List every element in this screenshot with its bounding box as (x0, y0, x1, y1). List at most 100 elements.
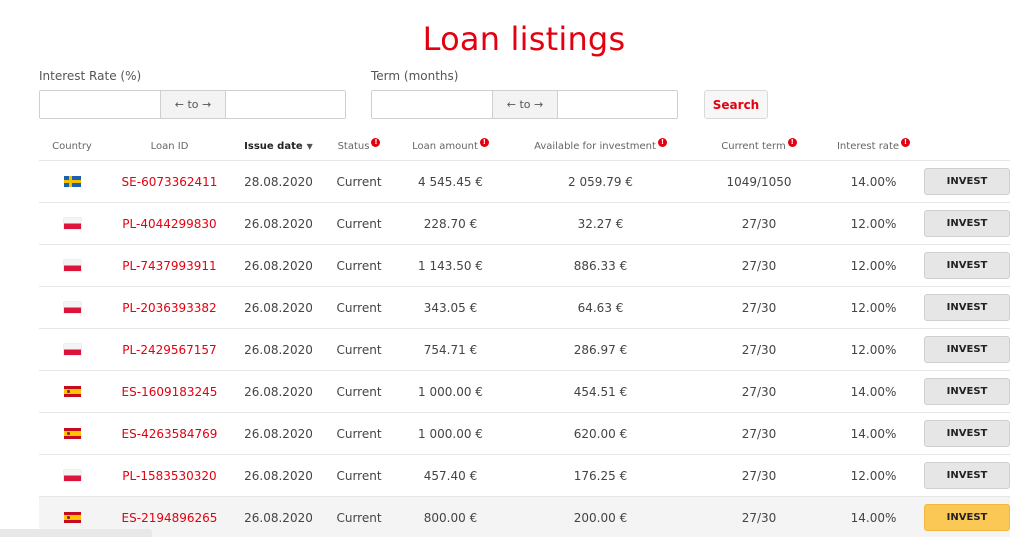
invest-button[interactable]: INVEST (924, 336, 1010, 363)
table-row: PL-1583530320 26.08.2020 Current 457.40 € 17… (39, 454, 1010, 496)
loan-amount-cell: 343.05 € (423, 300, 478, 315)
header-interest-rate[interactable]: Interest rate! (823, 133, 924, 160)
header-status[interactable]: Status! (323, 133, 395, 160)
header-issue-date[interactable]: Issue date ▼ (234, 133, 323, 160)
status-cell: Current (336, 174, 382, 189)
loan-amount-cell: 1 000.00 € (418, 384, 483, 399)
country-cell (39, 245, 105, 286)
action-cell: INVEST (924, 371, 1010, 412)
current-term-cell: 27/30 (741, 258, 777, 273)
table-row: PL-7437993911 26.08.2020 Current 1 143.50 €… (39, 244, 1010, 286)
current-term-cell: 27/30 (741, 342, 777, 357)
current-term-cell: 27/30 (741, 426, 777, 441)
table-row: ES-1609183245 26.08.2020 Current 1 000.00 €… (39, 370, 1010, 412)
status-cell: Current (336, 384, 382, 399)
loan-id-cell: PL-2036393382 (105, 287, 234, 328)
term-from-input[interactable] (372, 91, 492, 118)
loan-id-link[interactable]: PL-2036393382 (122, 301, 216, 315)
loan-id-link[interactable]: PL-2429567157 (122, 343, 216, 357)
available-cell: 2 059.79 € (568, 174, 633, 189)
loan-id-link[interactable]: PL-7437993911 (122, 259, 216, 273)
country-cell (39, 203, 105, 244)
term-label: Term (months) (371, 69, 459, 83)
flag-es-icon (63, 428, 81, 439)
issue-date-cell: 26.08.2020 (244, 342, 313, 357)
header-loan-id[interactable]: Loan ID (105, 133, 234, 160)
loan-id-cell: ES-4263584769 (105, 413, 234, 454)
header-loan-amount[interactable]: Loan amount! (395, 133, 506, 160)
header-available[interactable]: Available for investment! (506, 133, 695, 160)
interest-rate-cell: 12.00% (850, 468, 897, 483)
invest-button[interactable]: INVEST (924, 462, 1010, 489)
loan-id-link[interactable]: PL-4044299830 (122, 217, 216, 231)
header-country[interactable]: Country (39, 133, 105, 160)
invest-button[interactable]: INVEST (924, 168, 1010, 195)
interest-rate-cell: 14.00% (850, 384, 897, 399)
issue-date-cell: 26.08.2020 (244, 258, 313, 273)
loan-amount-cell: 457.40 € (423, 468, 478, 483)
info-icon[interactable]: ! (371, 138, 381, 147)
action-cell: INVEST (924, 413, 1010, 454)
loan-id-link[interactable]: ES-2194896265 (122, 511, 218, 525)
status-cell: Current (336, 216, 382, 231)
info-icon[interactable]: ! (901, 138, 911, 147)
info-icon[interactable]: ! (787, 138, 797, 147)
invest-button[interactable]: INVEST (924, 504, 1010, 531)
interest-rate-from-input[interactable] (40, 91, 160, 118)
action-cell: INVEST (924, 329, 1010, 370)
loan-id-link[interactable]: PL-1583530320 (122, 469, 216, 483)
header-actions (924, 133, 1010, 160)
loan-id-link[interactable]: SE-6073362411 (122, 175, 218, 189)
country-cell (39, 287, 105, 328)
available-cell: 32.27 € (577, 216, 624, 231)
header-current-term[interactable]: Current term! (695, 133, 823, 160)
invest-button[interactable]: INVEST (924, 294, 1010, 321)
current-term-cell: 1049/1050 (726, 174, 792, 189)
issue-date-cell: 26.08.2020 (244, 216, 313, 231)
flag-es-icon (63, 386, 81, 397)
invest-button[interactable]: INVEST (924, 420, 1010, 447)
loan-id-cell: PL-2429567157 (105, 329, 234, 370)
issue-date-cell: 26.08.2020 (244, 468, 313, 483)
loan-id-link[interactable]: ES-1609183245 (122, 385, 218, 399)
invest-button[interactable]: INVEST (924, 378, 1010, 405)
status-cell: Current (336, 510, 382, 525)
search-button[interactable]: Search (704, 90, 768, 119)
table-row: ES-4263584769 26.08.2020 Current 1 000.00 €… (39, 412, 1010, 454)
country-cell (39, 455, 105, 496)
status-cell: Current (336, 258, 382, 273)
interest-rate-cell: 12.00% (850, 300, 897, 315)
action-cell: INVEST (924, 245, 1010, 286)
country-cell (39, 161, 105, 202)
loan-id-cell: SE-6073362411 (105, 161, 234, 202)
invest-button[interactable]: INVEST (924, 252, 1010, 279)
term-to-input[interactable] (558, 91, 677, 118)
flag-pl-icon (63, 260, 81, 271)
issue-date-cell: 28.08.2020 (244, 174, 313, 189)
available-cell: 200.00 € (573, 510, 628, 525)
loan-amount-cell: 228.70 € (423, 216, 478, 231)
flag-pl-icon (63, 218, 81, 229)
invest-button[interactable]: INVEST (924, 210, 1010, 237)
current-term-cell: 27/30 (741, 216, 777, 231)
table-row: PL-2429567157 26.08.2020 Current 754.71 € 28… (39, 328, 1010, 370)
available-cell: 286.97 € (573, 342, 628, 357)
interest-rate-to-input[interactable] (226, 91, 345, 118)
info-icon[interactable]: ! (479, 138, 489, 147)
country-cell (39, 413, 105, 454)
interest-rate-cell: 12.00% (850, 342, 897, 357)
interest-rate-cell: 12.00% (850, 216, 897, 231)
term-range-separator: ← to → (492, 91, 558, 118)
browser-status-bar (0, 529, 152, 537)
info-icon[interactable]: ! (657, 138, 667, 147)
available-cell: 620.00 € (573, 426, 628, 441)
available-cell: 176.25 € (573, 468, 628, 483)
status-cell: Current (336, 426, 382, 441)
loan-id-link[interactable]: ES-4263584769 (122, 427, 218, 441)
interest-rate-cell: 12.00% (850, 258, 897, 273)
table-row: PL-4044299830 26.08.2020 Current 228.70 € 32… (39, 202, 1010, 244)
flag-es-icon (63, 512, 81, 523)
current-term-cell: 27/30 (741, 468, 777, 483)
available-cell: 64.63 € (577, 300, 624, 315)
table-row: ES-2194896265 26.08.2020 Current 800.00 € 20… (39, 496, 1010, 537)
